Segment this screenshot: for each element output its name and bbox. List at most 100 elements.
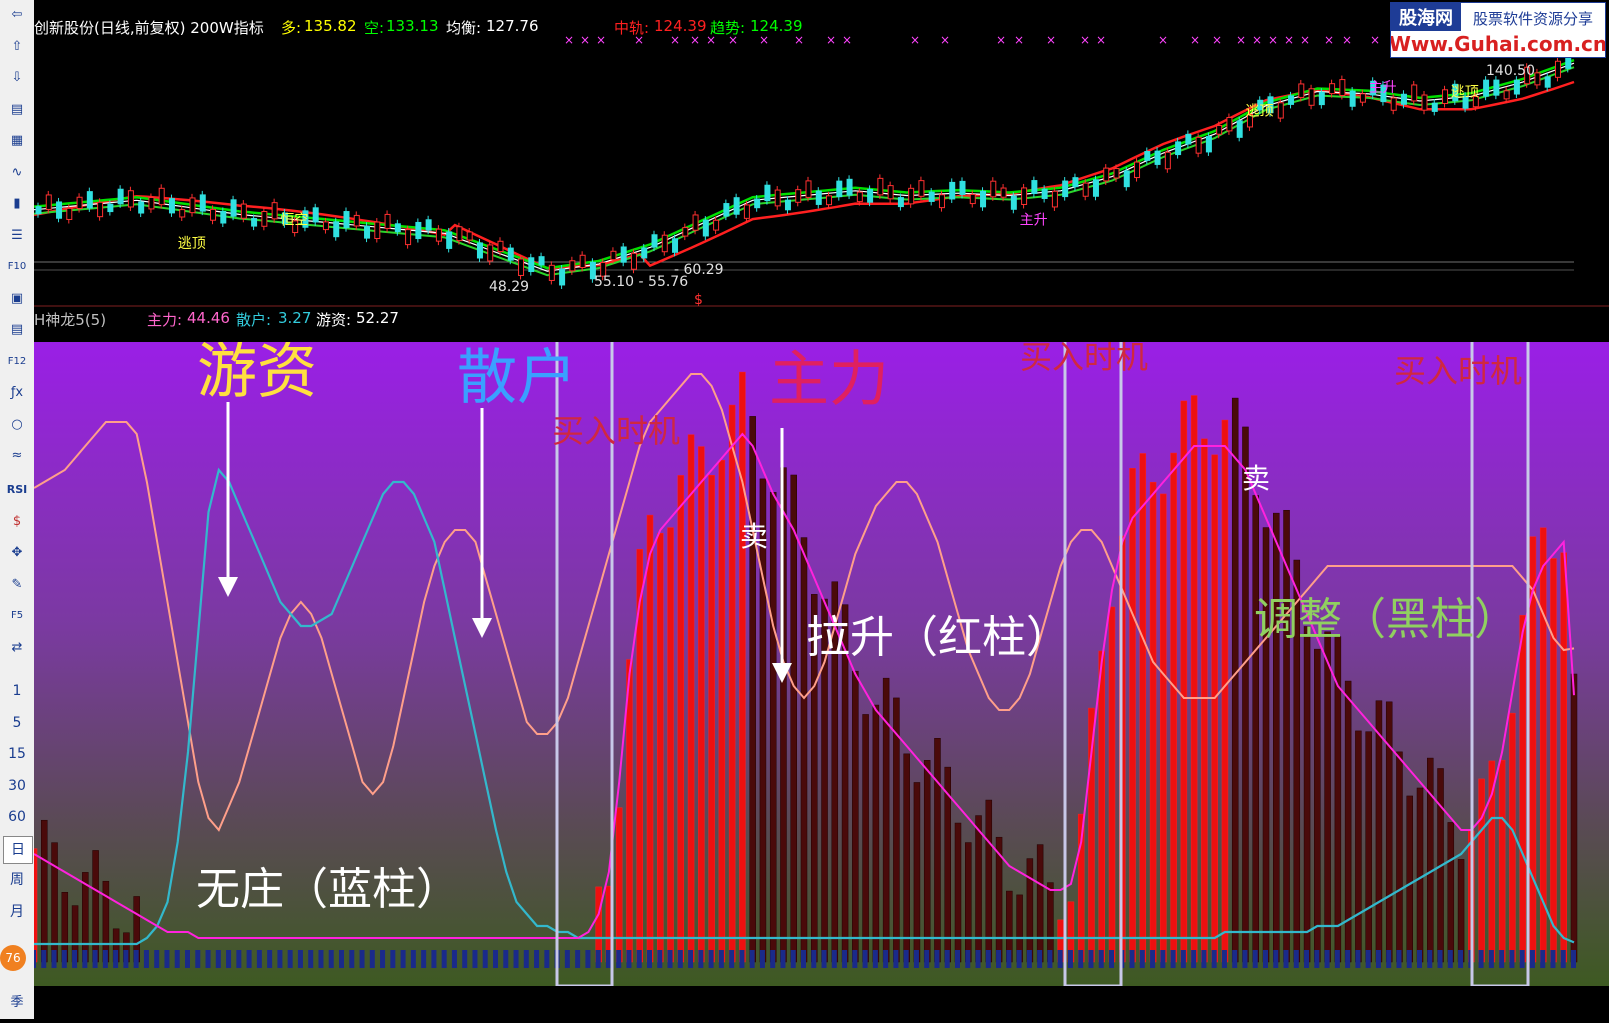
zhuli-bar [769, 492, 777, 963]
candle [1216, 125, 1223, 135]
zhuli-bar [698, 446, 705, 963]
candle [980, 190, 987, 208]
duo-label: 多: [281, 19, 302, 37]
signal-star: × [670, 33, 680, 47]
period-button-5[interactable]: 日 [3, 835, 33, 864]
signal-star: × [940, 33, 950, 47]
zhuli-bar [1519, 615, 1526, 963]
wuzhuang-bar [1026, 950, 1032, 968]
candle [1359, 93, 1366, 103]
period-button-0[interactable]: 1 [3, 678, 31, 704]
main-annotation-2: 逃顶 [1245, 104, 1273, 120]
news-icon[interactable]: ▣ [3, 286, 31, 312]
zhuli-bar [749, 416, 756, 963]
candle [1329, 83, 1336, 95]
toolbar-badge: 76 [0, 945, 26, 971]
wuzhuang-bar [236, 950, 242, 968]
candle [1390, 97, 1397, 111]
period-button-3[interactable]: 30 [3, 773, 31, 799]
zhuli-bar [1211, 454, 1218, 963]
circle-icon[interactable]: ○ [3, 412, 31, 438]
formula-icon[interactable]: ƒx [3, 380, 31, 406]
wuzhuang-bar [605, 950, 611, 968]
wuzhuang-bar [1283, 950, 1289, 968]
candle [579, 254, 586, 269]
wuzhuang-bar [1314, 950, 1320, 968]
f12-icon[interactable]: F12 [3, 349, 31, 375]
candle [949, 181, 956, 200]
main-chart[interactable]: 逃顶 恒空 逃顶 主升 主升 逃顶 48.29 55.10 - 55.76- 60.29 140… [33, 0, 1609, 342]
signal-star: × [1046, 33, 1056, 47]
zhuli-bar [1129, 468, 1136, 963]
candle [1513, 79, 1520, 95]
wuzhuang-bar [31, 950, 36, 968]
zhuli-bar [1416, 787, 1424, 963]
candle [1308, 88, 1315, 106]
wuzhuang-bar [82, 950, 88, 968]
zhuli-bar [728, 404, 736, 963]
candle [179, 209, 186, 218]
arrow-down-icon[interactable]: ⇩ [3, 65, 31, 91]
sell-label-2: 卖 [1242, 462, 1270, 495]
buy-label-2: 买入时机 [1020, 342, 1148, 376]
period-button-4[interactable]: 60 [3, 804, 31, 830]
main-annotation-3: 主升 [1020, 212, 1048, 228]
dollar-icon[interactable]: $ [3, 509, 31, 535]
wuzhuang-bar [1375, 950, 1381, 968]
signal-star: × [690, 33, 700, 47]
signal-star: × [1212, 33, 1222, 47]
period-button-1[interactable]: 5 [3, 710, 31, 736]
candles-icon[interactable]: ▮ [3, 191, 31, 217]
sanhu-value: 3.27 [278, 309, 312, 327]
candle [1226, 117, 1233, 132]
pencil-icon[interactable]: ✎ [3, 572, 31, 598]
arrow-left-icon[interactable]: ⇦ [3, 2, 31, 28]
candle [364, 225, 371, 239]
wuzhuang-bar [297, 950, 303, 968]
arrow-up-icon[interactable]: ⇧ [3, 34, 31, 60]
period-button-7[interactable]: 月 [3, 899, 31, 925]
wuzhuang-bar [1560, 950, 1566, 968]
candle [938, 194, 945, 209]
candle [548, 264, 555, 281]
notes-icon[interactable]: ▤ [3, 317, 31, 343]
rsi-icon[interactable]: RSI [3, 477, 31, 503]
candle [784, 199, 791, 211]
wuzhuang-bar [1458, 950, 1464, 968]
grid-icon[interactable]: ▦ [3, 128, 31, 154]
report-icon[interactable]: ▤ [3, 97, 31, 123]
wuzhuang-bar [893, 950, 899, 968]
list-icon[interactable]: ☰ [3, 223, 31, 249]
indicator-chart[interactable]: 游资散户主力买入时机买入时机买入时机卖卖拉升（红柱）调整（黑柱）无庄（蓝柱）20… [30, 134, 1609, 1019]
zhuli-bar [862, 714, 869, 963]
youzi-value: 52.27 [356, 309, 399, 327]
wuzhuang-bar [595, 950, 601, 968]
zhuli-value: 44.46 [187, 309, 230, 327]
zhuli-bar [1262, 527, 1270, 963]
period-button-6[interactable]: 周 [3, 867, 31, 893]
wuzhuang-bar [688, 950, 694, 968]
wuzhuang-bar [770, 950, 776, 968]
candle [713, 219, 720, 231]
wuzhuang-bar [1057, 950, 1063, 968]
wuzhuang-bar [113, 950, 119, 968]
candle [1000, 187, 1007, 198]
wuzhuang-bar [872, 950, 878, 968]
move-icon[interactable]: ✥ [3, 540, 31, 566]
switch-icon[interactable]: ⇄ [3, 635, 31, 661]
wuzhuang-bar [339, 950, 344, 968]
f5-icon[interactable]: F5 [3, 603, 31, 629]
zhuli-bar [1180, 400, 1188, 963]
wuzhuang-bar [1345, 950, 1351, 968]
period-button-2[interactable]: 15 [3, 741, 31, 767]
wuzhuang-bar [1478, 950, 1484, 968]
zhuli-bar [1375, 700, 1383, 963]
period-button-season[interactable]: 季 [3, 990, 31, 1016]
signal-star: × [1080, 33, 1090, 47]
wave-icon[interactable]: ≈ [3, 443, 31, 469]
wuzhuang-bar [636, 950, 642, 968]
main-annotation-1: 恒空 [280, 212, 308, 228]
line-chart-icon[interactable]: ∿ [3, 160, 31, 186]
candle [569, 260, 576, 272]
f10-icon[interactable]: F10 [3, 254, 31, 280]
